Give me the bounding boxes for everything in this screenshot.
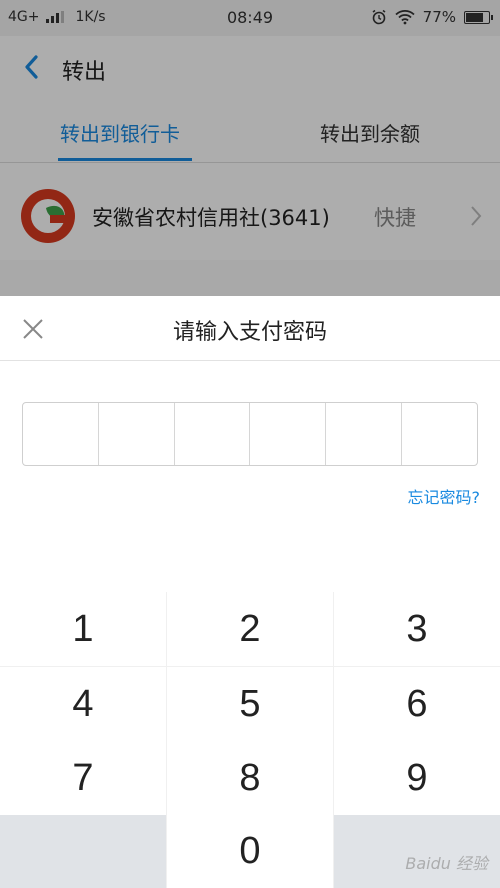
key-5[interactable]: 5	[167, 667, 333, 741]
pin-digit-slot	[99, 403, 175, 465]
pin-digit-slot	[250, 403, 327, 465]
pin-digit-slot	[175, 403, 251, 465]
tab-to-balance[interactable]: 转出到余额	[320, 118, 420, 147]
sheet-title: 请输入支付密码	[172, 320, 327, 345]
tab-to-bank-card[interactable]: 转出到银行卡	[60, 118, 180, 147]
bank-card-row[interactable]: 安徽省农村信用社(3641) 快捷	[0, 172, 500, 261]
key-3[interactable]: 3	[334, 592, 500, 666]
pin-digit-slot	[23, 403, 99, 465]
password-sheet: 请输入支付密码 忘记密码? 1 2 3 4 5 6 7 8 9 0	[0, 296, 500, 888]
status-right: 77%	[371, 8, 493, 26]
sheet-header: 请输入支付密码	[0, 296, 500, 361]
key-4[interactable]: 4	[0, 667, 166, 741]
battery-icon	[464, 10, 493, 24]
numeric-keypad: 1 2 3 4 5 6 7 8 9 0	[0, 592, 500, 888]
app-header: 转出	[0, 36, 500, 101]
tab-bar: 转出到银行卡 转出到余额	[0, 100, 500, 163]
battery-percent: 77%	[422, 8, 456, 26]
key-6[interactable]: 6	[334, 667, 500, 741]
status-bar: 4G+ 1K/s 08:49 77%	[0, 0, 500, 36]
key-blank-left	[0, 815, 166, 888]
key-7[interactable]: 7	[0, 741, 166, 815]
page-title: 转出	[62, 60, 107, 85]
alarm-icon	[372, 9, 386, 25]
key-8[interactable]: 8	[167, 741, 333, 815]
bank-logo	[21, 189, 75, 243]
key-1[interactable]: 1	[0, 592, 166, 666]
bank-payment-tag: 快捷	[374, 206, 416, 230]
chevron-left-icon[interactable]	[20, 52, 44, 82]
watermark: Baidu 经验	[405, 854, 488, 873]
forgot-password-link[interactable]: 忘记密码?	[408, 484, 481, 508]
key-2[interactable]: 2	[167, 592, 333, 666]
pin-digit-slot	[326, 403, 403, 465]
active-tab-indicator	[58, 158, 192, 161]
bank-name: 安徽省农村信用社(3641)	[92, 206, 330, 230]
chevron-right-icon	[471, 206, 482, 226]
pin-digit-slot	[402, 403, 477, 465]
key-0[interactable]: 0	[167, 815, 333, 888]
pin-input[interactable]	[22, 402, 478, 466]
key-9[interactable]: 9	[334, 741, 500, 815]
wifi-icon	[395, 10, 415, 25]
